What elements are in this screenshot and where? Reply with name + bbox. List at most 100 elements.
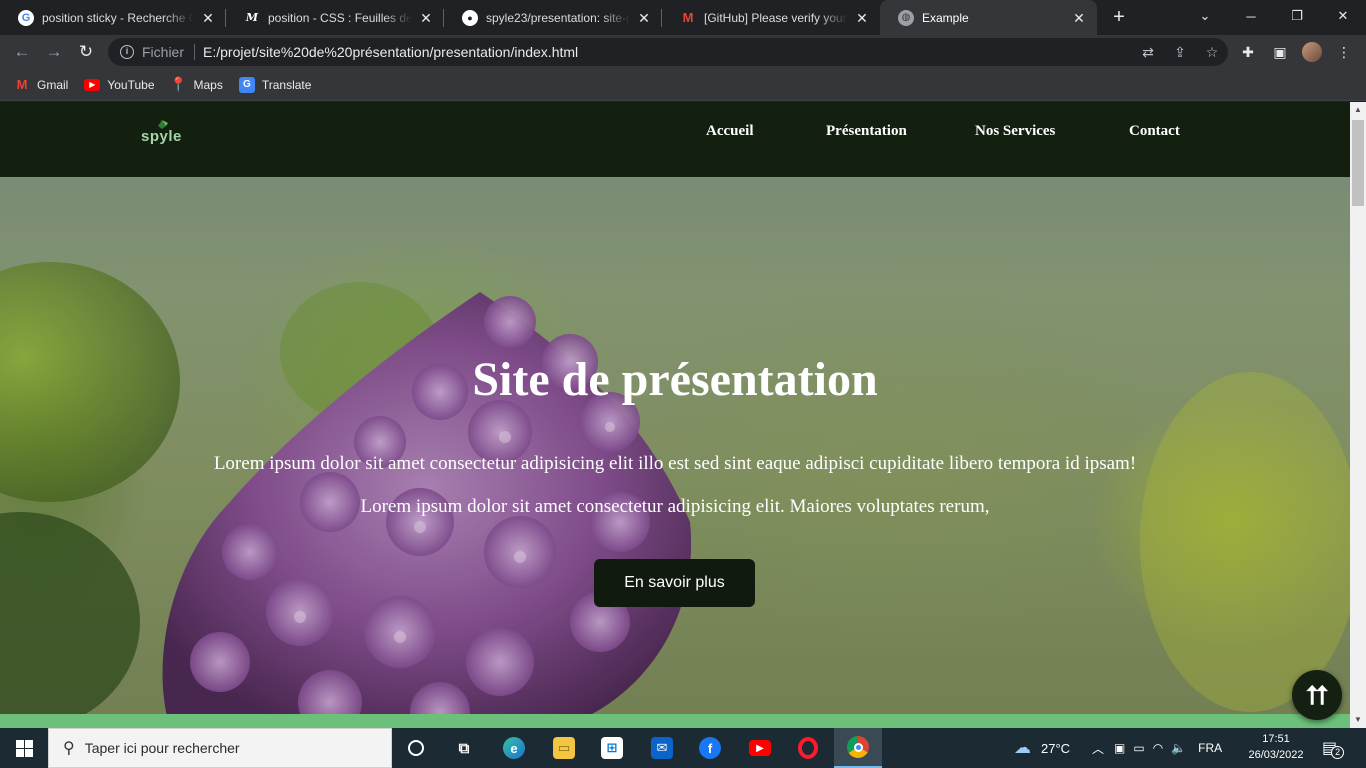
start-button[interactable] [0,728,48,768]
close-window-button[interactable]: ✕ [1320,0,1366,32]
close-icon[interactable]: ✕ [418,10,434,26]
battery-icon[interactable]: ▭ [1133,741,1144,755]
menu-icon[interactable]: ⋮ [1334,42,1354,62]
hero-overlay [0,102,1350,728]
new-tab-button[interactable]: + [1108,6,1130,28]
section-strip [0,714,1350,728]
clock-date: 26/03/2022 [1248,749,1304,761]
scheme-label: Fichier [142,44,185,60]
clock-time: 17:51 [1262,733,1290,745]
tab-google-search[interactable]: G position sticky - Recherche Google ✕ [0,0,226,35]
system-tray: ︿ ▣ ▭ ◠ 🔈 FRA [1092,728,1222,768]
extensions-icon[interactable]: ✚ [1238,42,1258,62]
address-bar[interactable]: i Fichier E:/projet/site%20de%20présenta… [108,38,1228,66]
close-icon[interactable]: ✕ [1071,10,1087,26]
bookmark-label: Maps [193,77,223,92]
weather-widget[interactable]: ☁ 27°C [1014,728,1070,768]
url-text[interactable]: E:/projet/site%20de%20présentation/prese… [203,44,578,60]
bookmark-gmail[interactable]: M Gmail [14,77,69,93]
tab-search-icon[interactable]: ⌄ [1182,0,1228,32]
bookmark-youtube[interactable]: ▶ YouTube [84,77,155,92]
tab-gmail-verify[interactable]: M [GitHub] Please verify your device ✕ [662,0,880,35]
youtube-icon: ▶ [84,78,101,91]
globe-icon: ◍ [898,9,914,26]
close-icon[interactable]: ✕ [200,10,216,26]
scroll-down-arrow-icon[interactable]: ▼ [1350,712,1366,728]
scrollbar-thumb[interactable] [1352,120,1364,206]
tab-strip: G position sticky - Recherche Google ✕ M… [0,0,1366,35]
clock[interactable]: 17:51 26/03/2022 [1244,731,1308,763]
notification-center-icon[interactable]: ▤ 2 [1322,728,1345,768]
share-icon[interactable]: ⇪ [1164,44,1196,61]
chrome-icon[interactable] [834,728,882,768]
meet-now-icon[interactable]: ▣ [1114,741,1125,755]
nav-link-contact[interactable]: Contact [1129,123,1180,140]
close-icon[interactable]: ✕ [636,10,652,26]
bookmark-star-icon[interactable]: ☆ [1196,44,1228,61]
tab-title: spyle23/presentation: site-presentation [486,10,630,25]
gmail-icon: M [16,77,28,92]
learn-more-button[interactable]: En savoir plus [594,559,755,607]
github-icon: ● [462,9,478,26]
nav-link-services[interactable]: Nos Services [975,123,1055,140]
google-icon: G [18,9,34,26]
opera-icon[interactable] [784,728,832,768]
bookmark-maps[interactable]: 📍 Maps [169,76,223,93]
site-navbar: spyle Accueil Présentation Nos Services … [0,102,1350,177]
page-viewport: spyle Accueil Présentation Nos Services … [0,102,1350,728]
minimize-button[interactable]: ─ [1228,0,1274,32]
cortana-icon[interactable] [392,728,440,768]
maps-icon: 📍 [169,76,188,92]
taskbar-search[interactable]: ⚲ Taper ici pour rechercher [48,728,392,768]
info-icon[interactable]: i [120,45,134,59]
windows-taskbar: ⚲ Taper ici pour rechercher ⧉ e ▭ ⊞ ✉ f … [0,728,1366,768]
mail-icon[interactable]: ✉ [638,728,686,768]
avatar[interactable] [1302,42,1322,62]
edge-icon[interactable]: e [490,728,538,768]
tab-title: Example [922,10,969,25]
bookmark-label: Gmail [37,77,69,92]
tab-mdn[interactable]: M position - CSS : Feuilles de style en … [226,0,444,35]
tab-title: [GitHub] Please verify your device [704,10,848,25]
chevron-up-icon[interactable]: ︿ [1092,740,1104,757]
cloud-icon: ☁ [1014,738,1031,757]
weather-temperature: 27°C [1041,740,1071,756]
windows-logo-icon [15,739,33,757]
omnibox-actions: ⇄ ⇪ ☆ [1132,38,1228,66]
page-scrollbar[interactable]: ▲ ▼ [1350,102,1366,728]
volume-icon[interactable]: 🔈 [1171,741,1186,755]
scroll-to-top-button[interactable]: ⮅ [1292,670,1342,720]
tab-title: position - CSS : Feuilles de style en ca… [268,10,412,25]
side-panel-icon[interactable]: ▣ [1270,42,1290,62]
task-view-icon[interactable]: ⧉ [440,728,488,768]
store-icon[interactable]: ⊞ [588,728,636,768]
browser-toolbar: ← → ↻ i Fichier E:/projet/site%20de%20pr… [0,35,1366,69]
bookmark-label: YouTube [107,77,155,92]
hero-title: Site de présentation [472,353,878,406]
close-icon[interactable]: ✕ [854,10,870,26]
wifi-icon[interactable]: ◠ [1153,741,1163,755]
tab-example[interactable]: ◍ Example ✕ [880,0,1097,35]
bookmark-translate[interactable]: G Translate [238,76,311,93]
nav-link-accueil[interactable]: Accueil [706,123,753,140]
arrow-up-icon: ⮅ [1306,680,1328,710]
nav-link-presentation[interactable]: Présentation [826,123,907,140]
tab-title: position sticky - Recherche Google [42,10,194,25]
reload-button[interactable]: ↻ [74,40,98,64]
translate-icon[interactable]: ⇄ [1132,44,1164,61]
forward-button[interactable]: → [42,40,66,64]
tab-github-repo[interactable]: ● spyle23/presentation: site-presentatio… [444,0,662,35]
omnibox-divider [194,44,196,60]
search-icon: ⚲ [63,740,75,757]
hero-paragraph-1: Lorem ipsum dolor sit amet consectetur a… [213,453,1137,474]
logo-text[interactable]: spyle [141,128,182,145]
translate-icon: G [238,76,255,93]
language-indicator[interactable]: FRA [1198,741,1222,755]
facebook-icon[interactable]: f [686,728,734,768]
mdn-icon: M [245,11,259,24]
back-button[interactable]: ← [10,40,34,64]
youtube-icon[interactable]: ▶ [736,728,784,768]
scroll-up-arrow-icon[interactable]: ▲ [1350,102,1366,118]
file-explorer-icon[interactable]: ▭ [540,728,588,768]
maximize-button[interactable]: ❐ [1274,0,1320,32]
